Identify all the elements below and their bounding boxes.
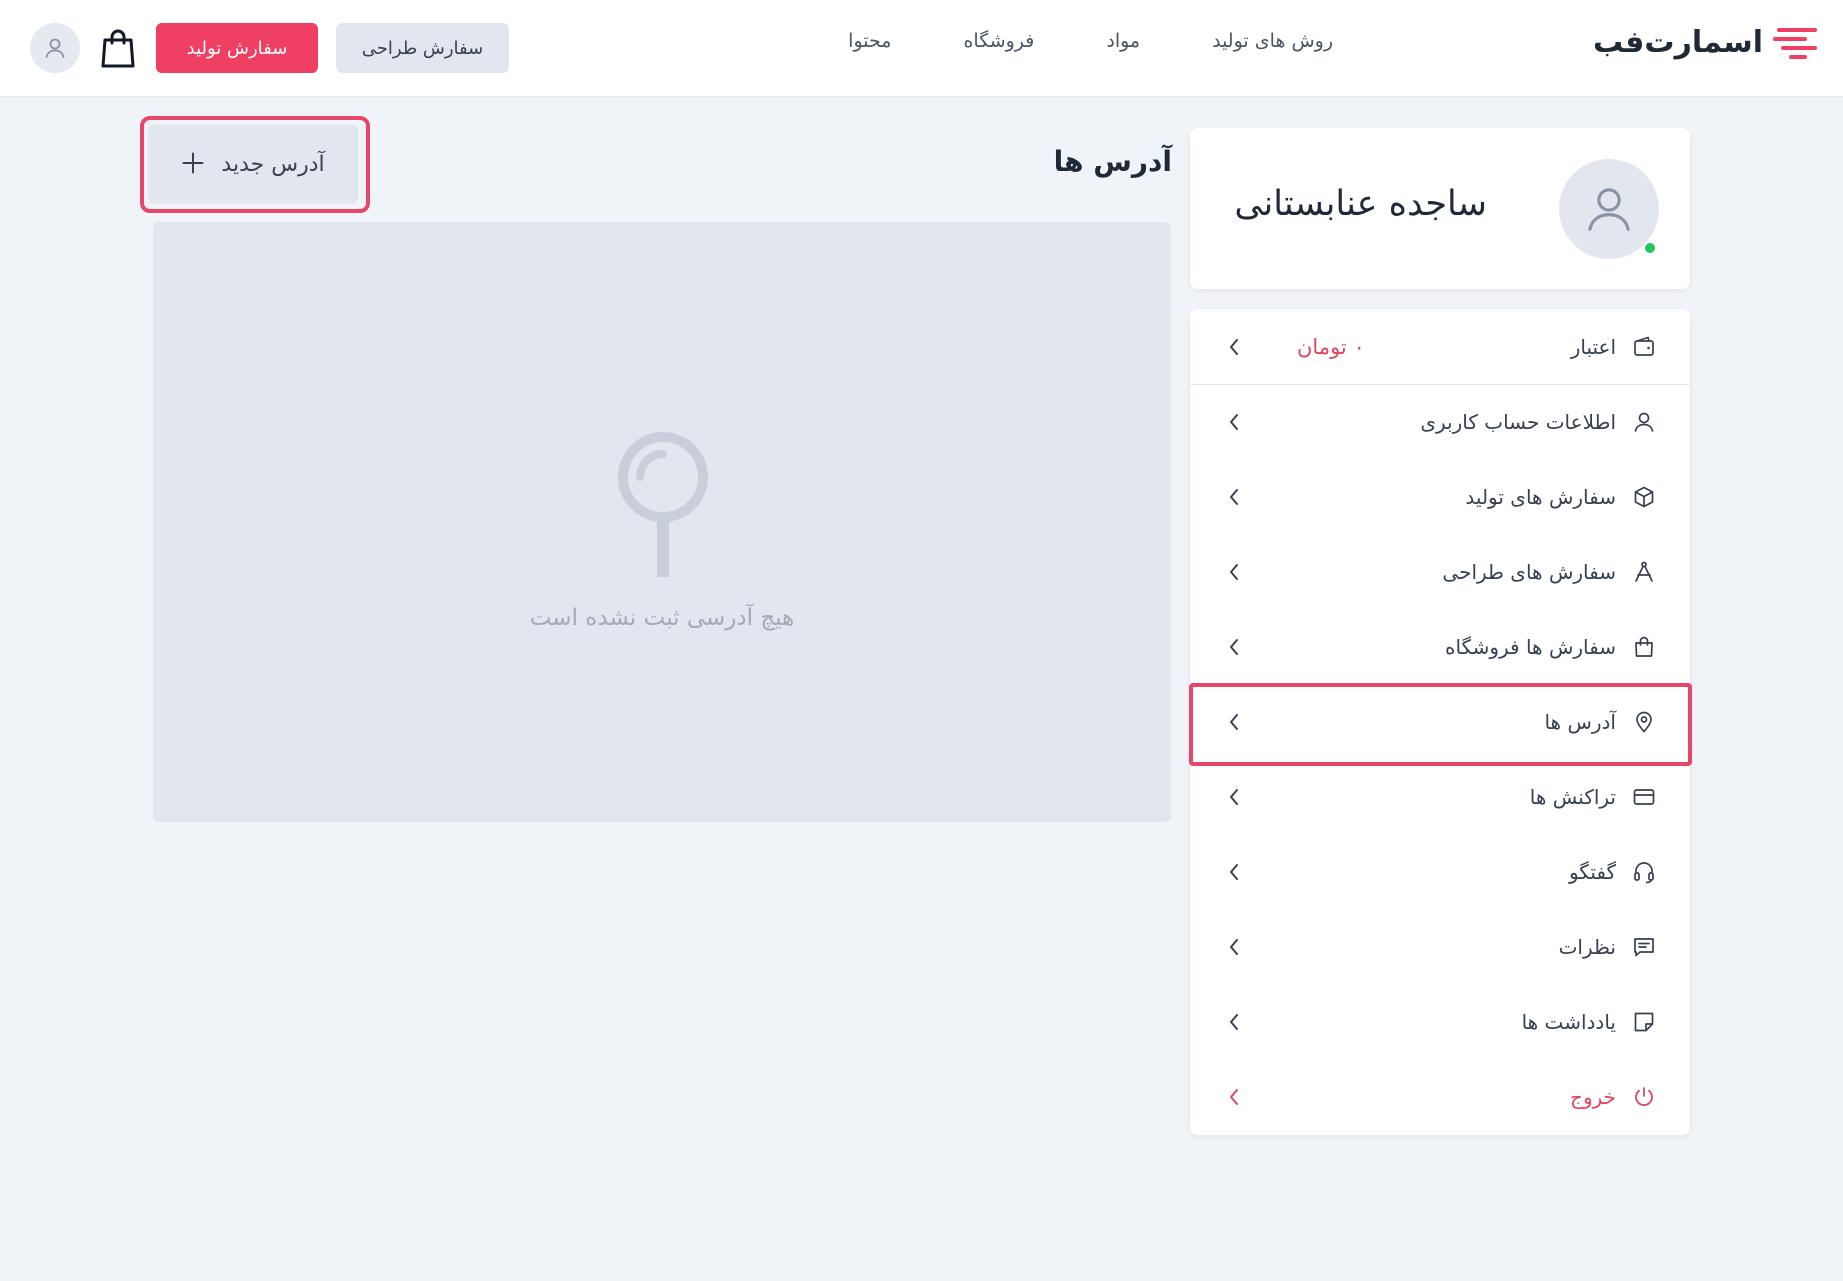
nav-item-production-methods[interactable]: روش های تولید bbox=[1212, 30, 1333, 52]
menu-item-shop-orders[interactable]: سفارش ها فروشگاه bbox=[1190, 609, 1690, 684]
menu-item-label: سفارش های تولید bbox=[1465, 484, 1616, 509]
chevron-left-icon bbox=[1224, 487, 1244, 507]
user-icon bbox=[45, 38, 65, 58]
nav-item-shop[interactable]: فروشگاه bbox=[963, 30, 1034, 52]
menu-item-label: خروج bbox=[1570, 1084, 1616, 1109]
location-pin-icon bbox=[1630, 708, 1658, 736]
avatar bbox=[1559, 159, 1659, 259]
menu-item-label: اطلاعات حساب کاربری bbox=[1420, 409, 1616, 434]
menu-item-addresses[interactable]: آدرس ها bbox=[1190, 684, 1690, 759]
cube-icon bbox=[1630, 483, 1658, 511]
user-icon bbox=[1630, 408, 1658, 436]
user-icon bbox=[1588, 188, 1630, 231]
menu-item-account-info[interactable]: اطلاعات حساب کاربری bbox=[1190, 384, 1690, 459]
plus-icon bbox=[181, 151, 205, 179]
profile-name: ساجده عنابستانی bbox=[1234, 184, 1487, 224]
nav-item-content[interactable]: محتوا bbox=[848, 30, 891, 52]
main-nav: روش های تولید مواد فروشگاه محتوا bbox=[848, 30, 1333, 52]
menu-item-design-orders[interactable]: سفارش های طراحی bbox=[1190, 534, 1690, 609]
menu-item-logout[interactable]: خروج bbox=[1190, 1059, 1690, 1134]
chevron-left-icon bbox=[1224, 337, 1244, 357]
wallet-icon bbox=[1630, 333, 1658, 361]
user-avatar-button[interactable] bbox=[30, 23, 80, 73]
chevron-left-icon bbox=[1224, 412, 1244, 432]
page-title: آدرس ها bbox=[1053, 145, 1172, 178]
chevron-left-icon bbox=[1224, 637, 1244, 657]
production-order-button[interactable]: سفارش تولید bbox=[156, 23, 318, 73]
brand-name: اسمارت‌فب bbox=[1593, 24, 1763, 60]
menu-item-label: تراکنش ها bbox=[1529, 784, 1616, 809]
menu-item-label: سفارش ها فروشگاه bbox=[1444, 634, 1616, 659]
compass-icon bbox=[1630, 558, 1658, 586]
location-pin-icon bbox=[618, 432, 708, 577]
chevron-left-icon bbox=[1224, 712, 1244, 732]
menu-item-label: آدرس ها bbox=[1544, 709, 1616, 734]
empty-state-text: هیچ آدرسی ثبت نشده است bbox=[529, 605, 795, 631]
menu-item-label: یادداشت ها bbox=[1521, 1009, 1616, 1034]
shopping-bag-icon bbox=[1630, 633, 1658, 661]
chevron-left-icon bbox=[1224, 862, 1244, 882]
menu-item-production-orders[interactable]: سفارش های تولید bbox=[1190, 459, 1690, 534]
brand-logo-mark bbox=[1773, 28, 1817, 59]
headset-icon bbox=[1630, 858, 1658, 886]
chevron-left-icon bbox=[1224, 937, 1244, 957]
note-icon bbox=[1630, 1008, 1658, 1036]
top-header: اسمارت‌فب روش های تولید مواد فروشگاه محت… bbox=[0, 0, 1843, 97]
menu-item-label: اعتبار bbox=[1570, 334, 1616, 359]
menu-item-transactions[interactable]: تراکنش ها bbox=[1190, 759, 1690, 834]
credit-card-icon bbox=[1630, 783, 1658, 811]
header-actions: سفارش طراحی سفارش تولید bbox=[30, 23, 509, 73]
comment-icon bbox=[1630, 933, 1658, 961]
shopping-bag-icon[interactable] bbox=[98, 26, 138, 70]
new-address-button[interactable]: آدرس جدید bbox=[148, 125, 358, 204]
menu-item-label: گفتگو bbox=[1568, 859, 1616, 884]
nav-item-materials[interactable]: مواد bbox=[1106, 30, 1140, 52]
chevron-left-icon bbox=[1224, 562, 1244, 582]
menu-item-notes[interactable]: یادداشت ها bbox=[1190, 984, 1690, 1059]
brand-logo[interactable]: اسمارت‌فب bbox=[1593, 24, 1821, 60]
new-address-label: آدرس جدید bbox=[221, 152, 325, 177]
account-menu: اعتبار ۰ تومان اطلاعات حساب کاربری سفارش… bbox=[1190, 309, 1690, 1135]
menu-item-label: نظرات bbox=[1558, 934, 1616, 959]
power-icon bbox=[1630, 1083, 1658, 1111]
addresses-empty-state: هیچ آدرسی ثبت نشده است bbox=[153, 222, 1171, 822]
menu-item-credit[interactable]: اعتبار ۰ تومان bbox=[1190, 309, 1690, 384]
credit-balance: ۰ تومان bbox=[1297, 334, 1365, 359]
profile-card: ساجده عنابستانی bbox=[1190, 128, 1690, 289]
chevron-left-icon bbox=[1224, 787, 1244, 807]
online-status-dot bbox=[1643, 241, 1657, 255]
chevron-left-icon bbox=[1224, 1012, 1244, 1032]
menu-item-label: سفارش های طراحی bbox=[1442, 559, 1616, 584]
menu-item-chat[interactable]: گفتگو bbox=[1190, 834, 1690, 909]
design-order-button[interactable]: سفارش طراحی bbox=[336, 23, 509, 73]
chevron-left-icon bbox=[1224, 1087, 1244, 1107]
menu-item-comments[interactable]: نظرات bbox=[1190, 909, 1690, 984]
